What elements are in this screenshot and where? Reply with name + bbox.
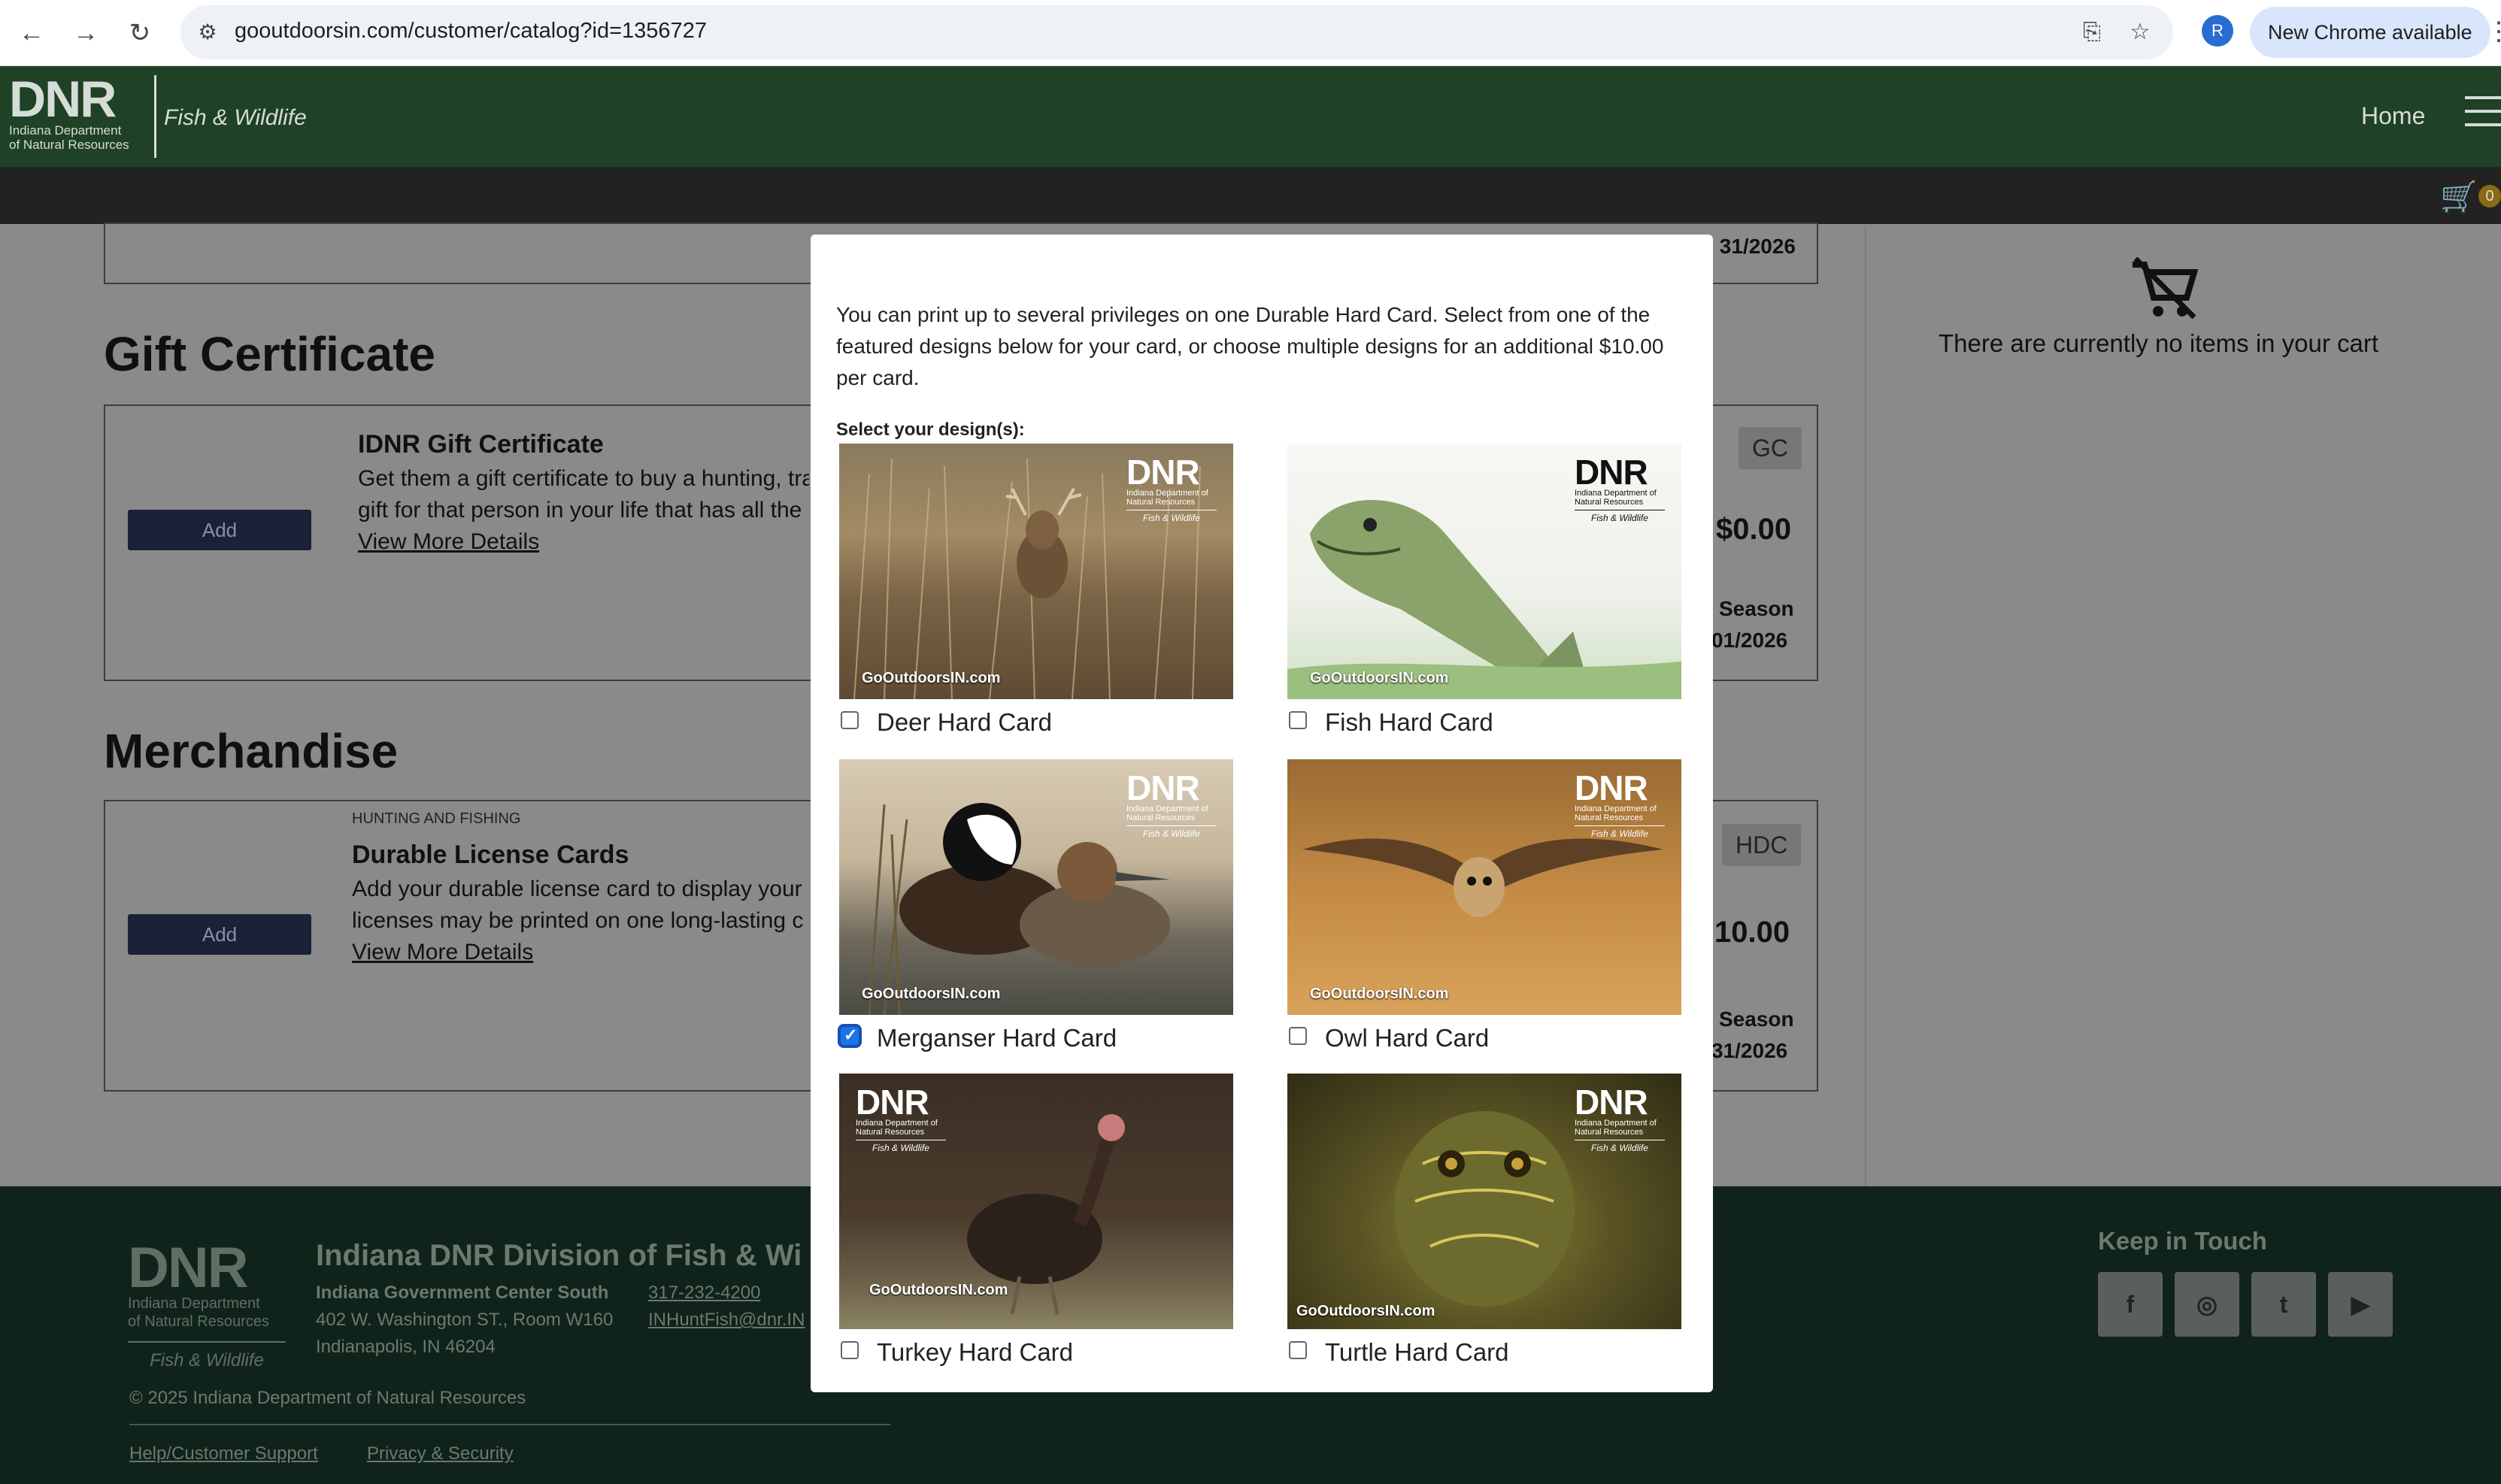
cart-sidebar [1865, 227, 2463, 1188]
division-label: Fish & Wildlife [164, 105, 307, 130]
site-header: DNR Indiana Department of Natural Resour… [0, 66, 2501, 167]
fish-card-image[interactable]: DNR Indiana Department of Natural Resourc… [1287, 444, 1681, 699]
youtube-icon[interactable]: ▶ [2328, 1272, 2393, 1337]
gift-certificate-heading: Gift Certificate [104, 327, 435, 381]
privacy-security-link[interactable]: Privacy & Security [367, 1443, 514, 1464]
product-price: $0.00 [1716, 513, 1792, 546]
season-date: 31/2026 [1711, 1039, 1788, 1062]
card-dnr-logo: DNR Indiana Department of Natural Resourc… [1126, 771, 1217, 839]
footer-email-link[interactable]: INHuntFish@dnr.IN [648, 1310, 805, 1331]
footer-address-building: Indiana Government Center South [316, 1283, 609, 1303]
owl-hard-card-checkbox[interactable] [1289, 1027, 1307, 1045]
product-code-badge: GC [1739, 427, 1802, 469]
select-designs-label: Select your design(s): [836, 419, 1025, 440]
footer-address-city: Indianapolis, IN 46204 [316, 1337, 496, 1357]
hard-card-design-modal: You can print up to several privileges o… [811, 235, 1713, 1392]
browser-toolbar: ← → ↻ ⚙ gooutdoorsin.com/customer/catalo… [0, 0, 2501, 66]
modal-intro-text: You can print up to several privileges o… [836, 303, 1664, 389]
turtle-design-option[interactable]: DNR Indiana Department of Natural Resourc… [1287, 1074, 1686, 1368]
product-code-badge: HDC [1722, 824, 1802, 866]
turkey-hard-card-label[interactable]: Turkey Hard Card [877, 1338, 1073, 1367]
product-title: Durable License Cards [352, 840, 629, 869]
card-dnr-logo: DNR Indiana Department of Natural Resourc… [1126, 455, 1217, 523]
season-label: Season [1719, 597, 1794, 620]
owl-hard-card-label[interactable]: Owl Hard Card [1325, 1024, 1489, 1052]
merchandise-heading: Merchandise [104, 724, 399, 778]
logo-divider [154, 75, 156, 158]
browser-menu-icon[interactable]: ⋮ [2486, 15, 2501, 48]
keep-in-touch-heading: Keep in Touch [2098, 1227, 2267, 1255]
card-dnr-logo: DNR Indiana Department of Natural Resourc… [1575, 771, 1665, 839]
dnr-logo[interactable]: DNR Indiana Department of Natural Resour… [9, 74, 152, 158]
reload-icon[interactable]: ↻ [120, 14, 159, 53]
twitter-icon[interactable]: t [2251, 1272, 2316, 1337]
instagram-icon[interactable]: ◎ [2175, 1272, 2239, 1337]
card-dnr-logo: DNR Indiana Department of Natural Resourc… [1575, 1085, 1665, 1153]
merganser-hard-card-checkbox[interactable] [841, 1025, 859, 1045]
footer-copyright: © 2025 Indiana Department of Natural Res… [129, 1388, 526, 1408]
owl-design-option[interactable]: DNR Indiana Department of Natural Resourc… [1287, 759, 1686, 1054]
fish-hard-card-label[interactable]: Fish Hard Card [1325, 708, 1493, 737]
new-chrome-available-button[interactable]: New Chrome available [2250, 7, 2490, 58]
empty-cart-message: There are currently no items in your car… [1939, 329, 2379, 357]
home-link[interactable]: Home [2361, 102, 2425, 130]
product-description: Get them a gift certificate to buy a hun… [358, 466, 809, 491]
product-description: Add your durable license card to display… [352, 877, 803, 901]
url-text[interactable]: gooutdoorsin.com/customer/catalog?id=135… [235, 19, 707, 44]
deer-design-option[interactable]: DNR Indiana Department of Natural Resourc… [839, 444, 1238, 738]
facebook-icon[interactable]: f [2098, 1272, 2163, 1337]
product-description: licenses may be printed on one long-last… [352, 908, 803, 933]
deer-hard-card-label[interactable]: Deer Hard Card [877, 708, 1052, 737]
footer-divider [129, 1424, 890, 1425]
footer-title: Indiana DNR Division of Fish & Wi [316, 1239, 802, 1272]
turkey-hard-card-checkbox[interactable] [841, 1341, 859, 1359]
forward-icon[interactable]: → [66, 14, 105, 53]
cart-bar [0, 167, 2501, 224]
merganser-design-option[interactable]: DNR Indiana Department of Natural Resourc… [839, 759, 1238, 1054]
fish-design-option[interactable]: DNR Indiana Department of Natural Resourc… [1287, 444, 1686, 738]
empty-cart-icon [2133, 256, 2199, 320]
footer-address-street: 402 W. Washington ST., Room W160 [316, 1310, 614, 1330]
deer-card-image[interactable]: DNR Indiana Department of Natural Resourc… [839, 444, 1233, 699]
product-category: HUNTING AND FISHING [352, 810, 521, 827]
view-more-details-link[interactable]: View More Details [358, 529, 539, 555]
add-durable-license-card-button[interactable]: Add [128, 914, 311, 955]
hamburger-menu-icon[interactable] [2465, 96, 2501, 134]
turkey-design-option[interactable]: DNR Indiana Department of Natural Resourc… [839, 1074, 1238, 1368]
back-icon[interactable]: ← [12, 14, 51, 53]
install-app-icon[interactable]: ⎘ [2078, 19, 2105, 46]
merganser-hard-card-label[interactable]: Merganser Hard Card [877, 1024, 1117, 1052]
merganser-card-image[interactable]: DNR Indiana Department of Natural Resourc… [839, 759, 1233, 1015]
view-more-details-link[interactable]: View More Details [352, 940, 533, 965]
turtle-hard-card-checkbox[interactable] [1289, 1341, 1307, 1359]
help-support-link[interactable]: Help/Customer Support [129, 1443, 318, 1464]
turtle-hard-card-label[interactable]: Turtle Hard Card [1325, 1338, 1509, 1367]
season-date: 01/2026 [1711, 628, 1788, 652]
fish-hard-card-checkbox[interactable] [1289, 711, 1307, 729]
site-info-icon[interactable]: ⚙ [194, 19, 221, 46]
deer-hard-card-checkbox[interactable] [841, 711, 859, 729]
turtle-card-image[interactable]: DNR Indiana Department of Natural Resourc… [1287, 1074, 1681, 1329]
card-dnr-logo: DNR Indiana Department of Natural Resourc… [1575, 455, 1665, 523]
season-label: Season [1719, 1007, 1794, 1031]
card-dnr-logo: DNR Indiana Department of Natural Resourc… [856, 1085, 946, 1153]
bookmark-star-icon[interactable]: ☆ [2127, 19, 2154, 46]
product-description: gift for that person in your life that h… [358, 498, 809, 522]
profile-avatar[interactable]: R [2202, 15, 2233, 47]
footer-dnr-logo: DNR Indiana Department of Natural Resour… [128, 1240, 286, 1371]
shopping-cart-icon[interactable]: 🛒 [2440, 179, 2478, 214]
turkey-card-image[interactable]: DNR Indiana Department of Natural Resourc… [839, 1074, 1233, 1329]
cart-count-badge: 0 [2478, 185, 2501, 207]
footer-phone-link[interactable]: 317-232-4200 [648, 1283, 760, 1304]
owl-card-image[interactable]: DNR Indiana Department of Natural Resourc… [1287, 759, 1681, 1015]
address-bar[interactable]: ⚙ gooutdoorsin.com/customer/catalog?id=1… [180, 5, 2173, 59]
add-gift-certificate-button[interactable]: Add [128, 510, 311, 550]
product-title: IDNR Gift Certificate [358, 430, 604, 459]
product-price: 10.00 [1714, 916, 1790, 949]
